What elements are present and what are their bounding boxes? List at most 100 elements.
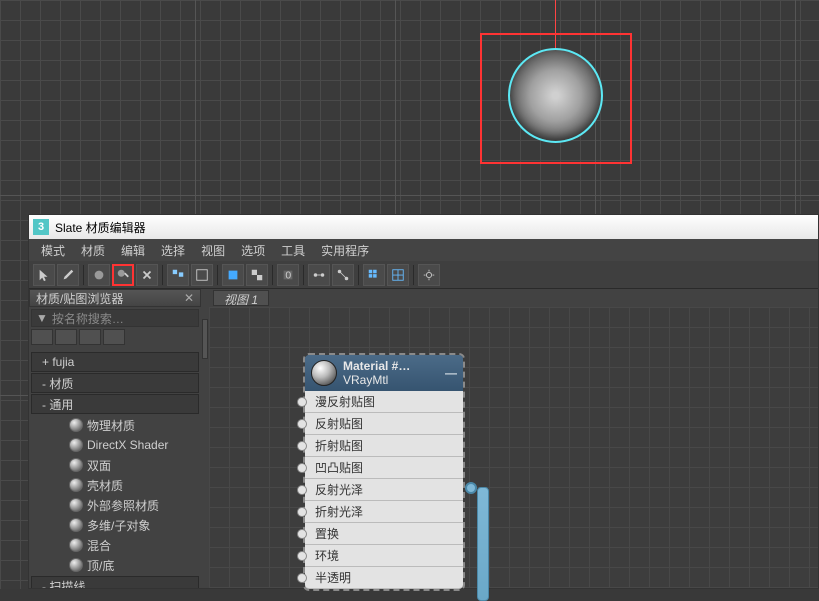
scene-tab[interactable] (79, 329, 101, 345)
window-icon[interactable] (191, 264, 213, 286)
connect-b-icon[interactable] (332, 264, 354, 286)
material-sphere-icon (69, 438, 83, 452)
menu-edit[interactable]: 编辑 (113, 242, 153, 259)
grid-a-icon[interactable] (363, 264, 385, 286)
toolbar-separator (217, 265, 218, 285)
menu-options[interactable]: 选项 (233, 242, 273, 259)
node-type: VRayMtl (343, 373, 445, 387)
material-preview-icon (311, 360, 337, 386)
tree-item-multi[interactable]: 多维/子对象 (29, 515, 201, 535)
node-view-panel: 视图 1 Material #… VRayMtl — 漫反射贴图 反射贴图 折射… (209, 289, 818, 588)
view-tab[interactable]: 视图 1 (213, 290, 269, 306)
scene-tab[interactable] (31, 329, 53, 345)
sidebar-title-bar[interactable]: 材质/贴图浏览器 ✕ (29, 289, 201, 307)
material-browser-sidebar: 材质/贴图浏览器 ✕ ▼ 按名称搜索… + fujia - 材质 - 通用 物理… (29, 289, 201, 588)
sidebar-resizer[interactable] (201, 289, 209, 588)
slot-reflect[interactable]: 反射贴图 (305, 413, 463, 435)
tree-scene-entry[interactable]: + fujia (31, 352, 199, 372)
toolbar-separator (413, 265, 414, 285)
material-sphere-icon (69, 518, 83, 532)
input-port[interactable] (297, 397, 307, 407)
layout-icon[interactable] (167, 264, 189, 286)
svg-text:0: 0 (285, 269, 291, 281)
collapse-icon[interactable]: — (445, 366, 457, 380)
input-port[interactable] (297, 419, 307, 429)
slot-environment[interactable]: 环境 (305, 545, 463, 567)
menu-mode[interactable]: 模式 (33, 242, 73, 259)
output-port[interactable] (465, 482, 477, 494)
tree-item-twosided[interactable]: 双面 (29, 455, 201, 475)
input-port[interactable] (297, 529, 307, 539)
node-title: Material #… (343, 359, 445, 373)
slot-displace[interactable]: 置换 (305, 523, 463, 545)
node-header[interactable]: Material #… VRayMtl — (305, 355, 463, 391)
input-port[interactable] (297, 551, 307, 561)
material-node[interactable]: Material #… VRayMtl — 漫反射贴图 反射贴图 折射贴图 凹凸… (303, 353, 465, 591)
window-title: Slate 材质编辑器 (55, 219, 146, 236)
slot-refract-gloss[interactable]: 折射光泽 (305, 501, 463, 523)
grid-b-icon[interactable] (387, 264, 409, 286)
delete-icon[interactable] (136, 264, 158, 286)
scene-tab[interactable] (103, 329, 125, 345)
pick-material-icon[interactable] (112, 264, 134, 286)
menu-utilities[interactable]: 实用程序 (313, 242, 377, 259)
toolbar-separator (272, 265, 273, 285)
menu-material[interactable]: 材质 (73, 242, 113, 259)
slot-translucent[interactable]: 半透明 (305, 567, 463, 589)
menu-bar: 模式 材质 编辑 选择 视图 选项 工具 实用程序 (29, 239, 818, 261)
node-output-segment[interactable] (477, 487, 489, 601)
checker-icon[interactable] (246, 264, 268, 286)
material-tree: + fujia - 材质 - 通用 物理材质 DirectX Shader 双面… (29, 347, 201, 588)
search-input[interactable]: ▼ 按名称搜索… (31, 309, 199, 327)
tree-item-blend[interactable]: 混合 (29, 535, 201, 555)
arrow-icon[interactable] (33, 264, 55, 286)
tree-item-topbottom[interactable]: 顶/底 (29, 555, 201, 575)
material-sphere-icon (69, 478, 83, 492)
window-titlebar[interactable]: 3 Slate 材质编辑器 (29, 215, 818, 239)
toolbar-separator (162, 265, 163, 285)
tree-item-xref[interactable]: 外部参照材质 (29, 495, 201, 515)
slot-reflect-gloss[interactable]: 反射光泽 (305, 479, 463, 501)
input-port[interactable] (297, 463, 307, 473)
view-tab-bar: 视图 1 (209, 289, 818, 307)
slot-diffuse[interactable]: 漫反射贴图 (305, 391, 463, 413)
app-icon: 3 (33, 219, 49, 235)
dropdown-icon[interactable]: ▼ (36, 311, 48, 325)
move-to-view-icon[interactable] (222, 264, 244, 286)
toolbar: 0 (29, 261, 818, 289)
tree-group-material[interactable]: - 材质 (31, 373, 199, 393)
material-sphere-icon (69, 458, 83, 472)
tree-item-directx[interactable]: DirectX Shader (29, 435, 201, 455)
node-canvas[interactable]: Material #… VRayMtl — 漫反射贴图 反射贴图 折射贴图 凹凸… (209, 307, 818, 588)
settings-icon[interactable] (418, 264, 440, 286)
close-icon[interactable]: ✕ (184, 291, 194, 305)
scene-tab[interactable] (55, 329, 77, 345)
input-port[interactable] (297, 507, 307, 517)
menu-view[interactable]: 视图 (193, 242, 233, 259)
connect-a-icon[interactable] (308, 264, 330, 286)
assign-material-icon[interactable] (88, 264, 110, 286)
tree-item-physical[interactable]: 物理材质 (29, 415, 201, 435)
menu-select[interactable]: 选择 (153, 242, 193, 259)
input-port[interactable] (297, 485, 307, 495)
toolbar-separator (303, 265, 304, 285)
input-port[interactable] (297, 573, 307, 583)
toolbar-separator (358, 265, 359, 285)
slot-refract[interactable]: 折射贴图 (305, 435, 463, 457)
slate-material-editor-window: 3 Slate 材质编辑器 模式 材质 编辑 选择 视图 选项 工具 实用程序 … (28, 214, 819, 589)
material-sphere-icon (69, 558, 83, 572)
tree-item-shell[interactable]: 壳材质 (29, 475, 201, 495)
slot-bump[interactable]: 凹凸贴图 (305, 457, 463, 479)
sphere-object[interactable] (508, 48, 603, 143)
sidebar-title: 材质/贴图浏览器 (36, 290, 123, 307)
menu-tools[interactable]: 工具 (273, 242, 313, 259)
eyedropper-icon[interactable] (57, 264, 79, 286)
tree-group-scanline[interactable]: - 扫描线 (31, 576, 199, 588)
scene-tab-strip (29, 329, 201, 347)
material-sphere-icon (69, 498, 83, 512)
tree-group-general[interactable]: - 通用 (31, 394, 199, 414)
search-placeholder: 按名称搜索… (52, 310, 124, 327)
background-icon[interactable]: 0 (277, 264, 299, 286)
material-sphere-icon (69, 418, 83, 432)
input-port[interactable] (297, 441, 307, 451)
